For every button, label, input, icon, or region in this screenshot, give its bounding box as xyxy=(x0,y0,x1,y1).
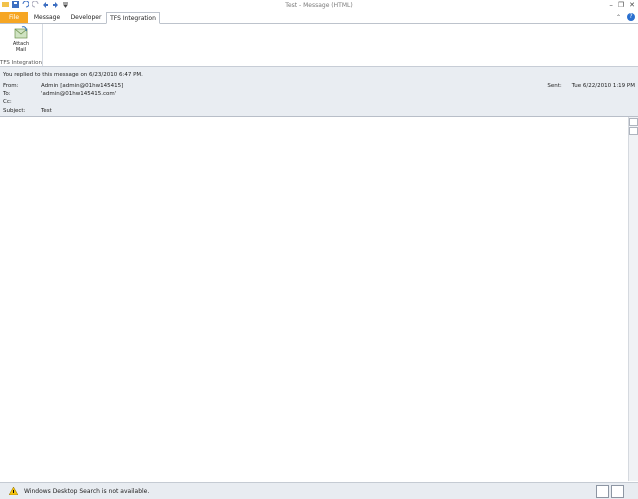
subject-value: Test xyxy=(41,108,52,114)
subject-row: Subject: Test xyxy=(3,108,52,114)
vertical-scrollbar[interactable] xyxy=(628,117,638,481)
people-pane-icon[interactable] xyxy=(596,485,609,498)
tfs-integration-group: Attach Mail TFS Integration xyxy=(0,24,43,66)
from-row: From: Admin [admin@01hw145415] xyxy=(3,83,123,89)
sent-row: Sent: Tue 6/22/2010 1:19 PM xyxy=(547,83,635,89)
sent-label: Sent: xyxy=(547,83,562,89)
ribbon-right-controls: ⌃ ? xyxy=(616,13,635,21)
subject-label: Subject: xyxy=(3,108,26,114)
group-label: TFS Integration xyxy=(0,60,42,66)
tab-developer[interactable]: Developer xyxy=(66,12,106,23)
tab-message[interactable]: Message xyxy=(30,12,64,23)
minimize-ribbon-icon[interactable]: ⌃ xyxy=(616,14,621,21)
close-icon[interactable]: ✕ xyxy=(629,1,635,9)
window-title: Test - Message (HTML) xyxy=(285,2,353,9)
restore-icon[interactable]: ❐ xyxy=(618,1,624,9)
cc-row: Cc: xyxy=(3,99,41,105)
warning-icon xyxy=(8,486,19,497)
window-controls: – ❐ ✕ xyxy=(609,1,635,9)
from-label: From: xyxy=(3,83,19,89)
tab-file[interactable]: File xyxy=(0,12,28,23)
reply-info-bar[interactable]: You replied to this message on 6/23/2010… xyxy=(3,72,143,78)
minimize-icon[interactable]: – xyxy=(609,1,613,9)
attach-mail-label-line2: Mail xyxy=(15,47,27,53)
status-bar: Windows Desktop Search is not available. xyxy=(0,482,638,499)
cc-label: Cc: xyxy=(3,99,12,105)
to-row: To: 'admin@01hw145415.com' xyxy=(3,91,116,97)
ribbon-tabs: File Message Developer TFS Integration xyxy=(0,12,638,24)
people-pane-toggle-icon[interactable] xyxy=(611,485,624,498)
attach-mail-icon xyxy=(14,26,28,40)
to-value[interactable]: 'admin@01hw145415.com' xyxy=(41,91,116,97)
to-label: To: xyxy=(3,91,11,97)
title-bar: Test - Message (HTML) – ❐ ✕ xyxy=(0,0,638,12)
people-pane-controls xyxy=(596,485,624,498)
sent-value: Tue 6/22/2010 1:19 PM xyxy=(571,83,635,89)
message-body[interactable] xyxy=(0,117,628,481)
help-icon[interactable]: ? xyxy=(627,13,635,21)
from-value[interactable]: Admin [admin@01hw145415] xyxy=(41,83,123,89)
status-text: Windows Desktop Search is not available. xyxy=(24,488,150,495)
message-header: You replied to this message on 6/23/2010… xyxy=(0,67,638,117)
attach-mail-button[interactable]: Attach Mail xyxy=(8,26,34,53)
scroll-up-icon[interactable] xyxy=(629,118,638,126)
tab-tfs-integration[interactable]: TFS Integration xyxy=(106,12,160,24)
scroll-grip-icon[interactable] xyxy=(629,127,638,135)
ribbon: Attach Mail TFS Integration xyxy=(0,24,638,67)
